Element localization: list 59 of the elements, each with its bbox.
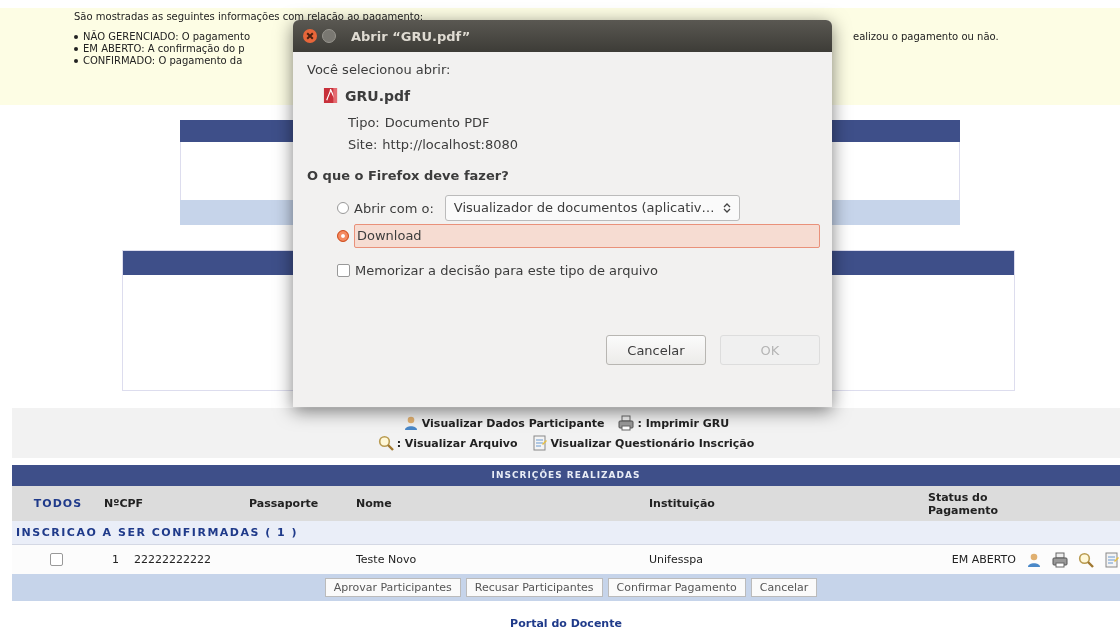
minimize-icon[interactable]	[322, 29, 336, 43]
close-icon[interactable]	[303, 29, 317, 43]
dialog-button[interactable]: Cancelar	[606, 335, 706, 365]
bullet-icon	[74, 59, 78, 63]
action-button[interactable]: Recusar Participantes	[465, 578, 603, 597]
printer-icon[interactable]	[1052, 551, 1068, 568]
info-heading: São mostradas as seguintes informações com relação ao pagamento:	[74, 11, 424, 22]
column-header: Instituição	[648, 497, 716, 510]
bullet-icon	[74, 47, 78, 51]
column-header: Nome	[355, 497, 393, 510]
detail-label: Tipo:	[348, 114, 380, 132]
legend-label: : Visualizar Arquivo	[396, 436, 518, 450]
printer-icon	[618, 415, 635, 431]
legend-label: : Imprimir GRU	[637, 416, 730, 430]
action-button[interactable]: Cancelar	[750, 578, 818, 597]
question-heading: O que o Firefox deve fazer?	[307, 168, 510, 183]
detail-label: Site:	[348, 136, 378, 154]
column-header: Status do Pagamento	[928, 490, 1000, 517]
bullet-text: NÃO GERENCIADO: O pagamento	[83, 31, 250, 43]
search-icon[interactable]	[1078, 551, 1094, 568]
table-cell: 22222222222	[134, 553, 211, 566]
person-icon	[402, 415, 419, 431]
document-icon[interactable]	[1104, 551, 1120, 568]
footer-link[interactable]: Portal do Docente	[510, 617, 622, 630]
group-label: INSCRICAO A SER CONFIRMADAS ( 1 )	[16, 526, 299, 539]
detail-value: Documento PDF	[384, 114, 490, 132]
search-icon	[377, 435, 394, 451]
bullet-text: EM ABERTO: A confirmação do p	[83, 43, 245, 55]
document-icon	[531, 435, 548, 451]
bullet-icon	[74, 35, 78, 39]
application-dropdown[interactable]: Visualizador de documentos (aplicativ…	[444, 195, 740, 221]
action-button[interactable]: Confirmar Pagamento	[607, 578, 746, 597]
file-name: GRU.pdf	[345, 87, 411, 104]
legend-label: Visualizar Questionário Inscrição	[550, 436, 755, 450]
checkbox-label[interactable]: Memorizar a decisão para este tipo de arquivo	[355, 262, 658, 278]
radio-button[interactable]	[337, 202, 349, 214]
column-header: Passaporte	[248, 497, 320, 510]
table-cell: Teste Novo	[356, 553, 417, 566]
dialog-title: Abrir “GRU.pdf”	[351, 28, 471, 44]
select-all-link[interactable]: TODOS	[12, 497, 100, 510]
column-header: NºCPF	[103, 497, 145, 510]
detail-value: http://localhost:8080	[382, 136, 518, 154]
option-label[interactable]: Download	[354, 224, 820, 248]
legend-label: Visualizar Dados Participante	[421, 416, 605, 430]
row-checkbox[interactable]	[49, 553, 63, 566]
table-cell: EM ABERTO	[951, 553, 1016, 566]
person-icon[interactable]	[1026, 551, 1042, 568]
up-down-arrow-icon	[722, 202, 731, 214]
table-cell: 1	[112, 553, 119, 566]
checkbox[interactable]	[337, 263, 350, 277]
table-title: INSCRIÇÕES REALIZADAS	[12, 465, 1120, 486]
intro-text: Você selecionou abrir:	[307, 62, 452, 77]
action-button[interactable]: Aprovar Participantes	[324, 578, 461, 597]
bullet-text: CONFIRMADO: O pagamento da	[83, 55, 243, 67]
radio-button[interactable]	[337, 230, 349, 242]
table-cell: Unifesspa	[649, 553, 703, 566]
pdf-file-icon	[323, 87, 338, 104]
bullet-text: ealizou o pagamento ou não.	[853, 31, 999, 42]
option-label[interactable]: Abrir com o:	[354, 200, 434, 216]
